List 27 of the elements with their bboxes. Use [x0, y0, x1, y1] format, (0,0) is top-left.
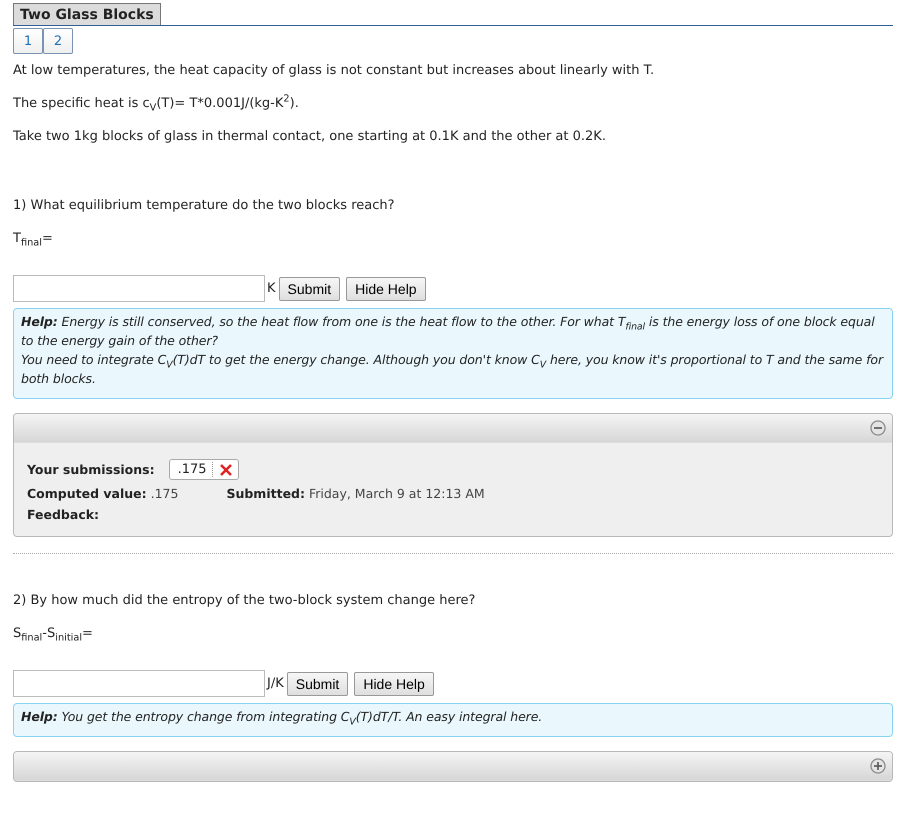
question-text: 2) By how much did the entropy of the two-block system change here?	[13, 592, 476, 610]
submit-button[interactable]: Submit	[278, 276, 340, 300]
unit-label: J/K	[267, 676, 284, 691]
help-text: Help: You get the entropy change from integrating C$_{V}$(T)dT/T. An easy integral here.	[21, 709, 542, 724]
question-text: 1) What equilibrium temperature do the two blocks reach?	[13, 197, 396, 215]
hide-help-button[interactable]: Hide Help	[346, 276, 426, 300]
feedback-label: Feedback:	[27, 507, 100, 522]
submit-button[interactable]: Submit	[286, 672, 348, 696]
submission-value: .175	[178, 462, 213, 477]
collapse-icon[interactable]	[870, 420, 886, 436]
help-text: Help: Energy is still conserved, so the heat flow from one is the heat flow to the other. For what T$_{final}$ is the energy loss of one block equal to the energy gain of the other? You need to integrate C$_{V}$(T)dT to get the energy change. Although you don't know C$_{V}$ here, you know it's proportional to T and the same for both blocks.	[21, 314, 883, 386]
answer-field[interactable]	[13, 670, 265, 697]
answer-label: S$_{final}$-S$_{initial}$=	[13, 625, 94, 646]
intro-text: At low temperatures, the heat capacity of glass is not constant but increases about linearly with T.	[13, 62, 656, 80]
problem-title: Two Glass Blocks	[13, 3, 161, 25]
expand-icon[interactable]	[870, 758, 886, 774]
computed-value: Computed value: .175	[27, 486, 178, 501]
answer-label: T$_{final}$=	[13, 230, 54, 251]
unit-label: K	[267, 281, 276, 296]
answer-field[interactable]	[13, 275, 265, 302]
submissions-label: Your submissions:	[27, 462, 155, 477]
intro-text: Take two 1kg blocks of glass in thermal contact, one starting at 0.1K and the other at 0.2K.	[13, 128, 607, 146]
page-tab[interactable]: 1	[13, 28, 43, 54]
page-tab[interactable]: 2	[43, 28, 73, 54]
hide-help-button[interactable]: Hide Help	[354, 672, 434, 696]
intro-text: The specific heat is c$_{V}$(T)= T*0.001J/(kg-K$^{2}$).	[13, 92, 300, 116]
submitted-time: Submitted: Friday, March 9 at 12:13 AM	[226, 486, 485, 501]
